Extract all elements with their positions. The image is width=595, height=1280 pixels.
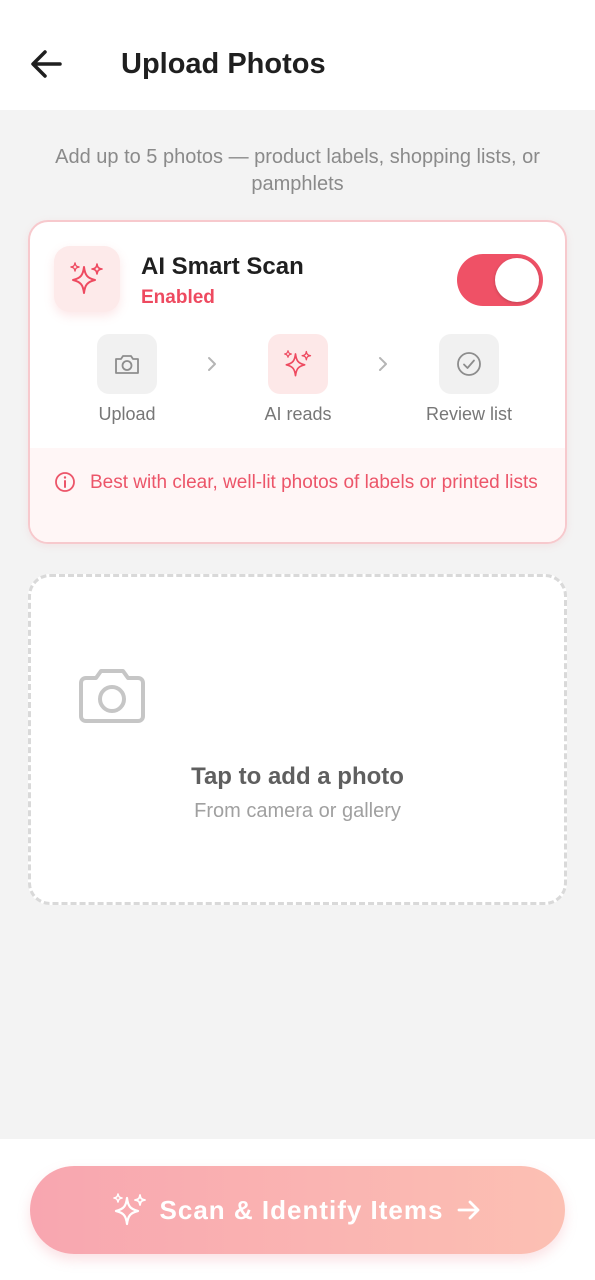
toggle-knob [495,258,539,302]
step-upload-icon-box [97,334,157,394]
page-title: Upload Photos [121,48,326,80]
sparkles-icon [284,350,312,377]
ai-smart-scan-card: AI Smart Scan Enabled Upload AI reads Re… [28,220,567,544]
arrow-left-icon [31,50,62,78]
chevron-right-icon [208,357,216,371]
upload-instructions: Add up to 5 photos — product labels, sho… [55,146,540,195]
step-ai-reads-icon-box [268,334,328,394]
tip-banner: Best with clear, well-lit photos of labe… [30,448,565,542]
header-bar: Upload Photos [0,0,595,110]
step-upload: Upload [67,334,187,425]
step-upload-label: Upload [98,404,156,424]
camera-icon [115,355,139,374]
info-icon [55,472,75,492]
add-photo-dropzone[interactable]: Tap to add a photo From camera or galler… [28,574,567,905]
back-button[interactable] [26,44,66,84]
ai-scan-status: Enabled [141,287,215,308]
step-review-icon-box [439,334,499,394]
ai-scan-toggle[interactable] [457,254,543,306]
step-ai-reads-label: AI reads [264,404,332,424]
footer-bar: Scan & Identify Items [0,1139,595,1280]
upload-title: Tap to add a photo [191,763,404,790]
camera-icon [79,669,145,723]
sparkles-icon [70,262,103,294]
step-review-label: Review list [425,404,513,424]
ai-scan-title: AI Smart Scan [141,253,304,280]
sparkles-icon [112,1193,146,1226]
upload-subtitle: From camera or gallery [194,800,401,822]
check-circle-icon [457,352,481,376]
step-ai-reads: AI reads [238,334,358,425]
scan-button-label: Scan & Identify Items [159,1194,444,1225]
step-review-list: Review list [409,334,529,425]
tip-text: Best with clear, well-lit photos of labe… [90,472,538,493]
chevron-right-icon [379,357,387,371]
arrow-right-icon [458,1200,480,1220]
scan-identify-button[interactable]: Scan & Identify Items [30,1166,565,1254]
ai-icon-badge [54,246,120,312]
